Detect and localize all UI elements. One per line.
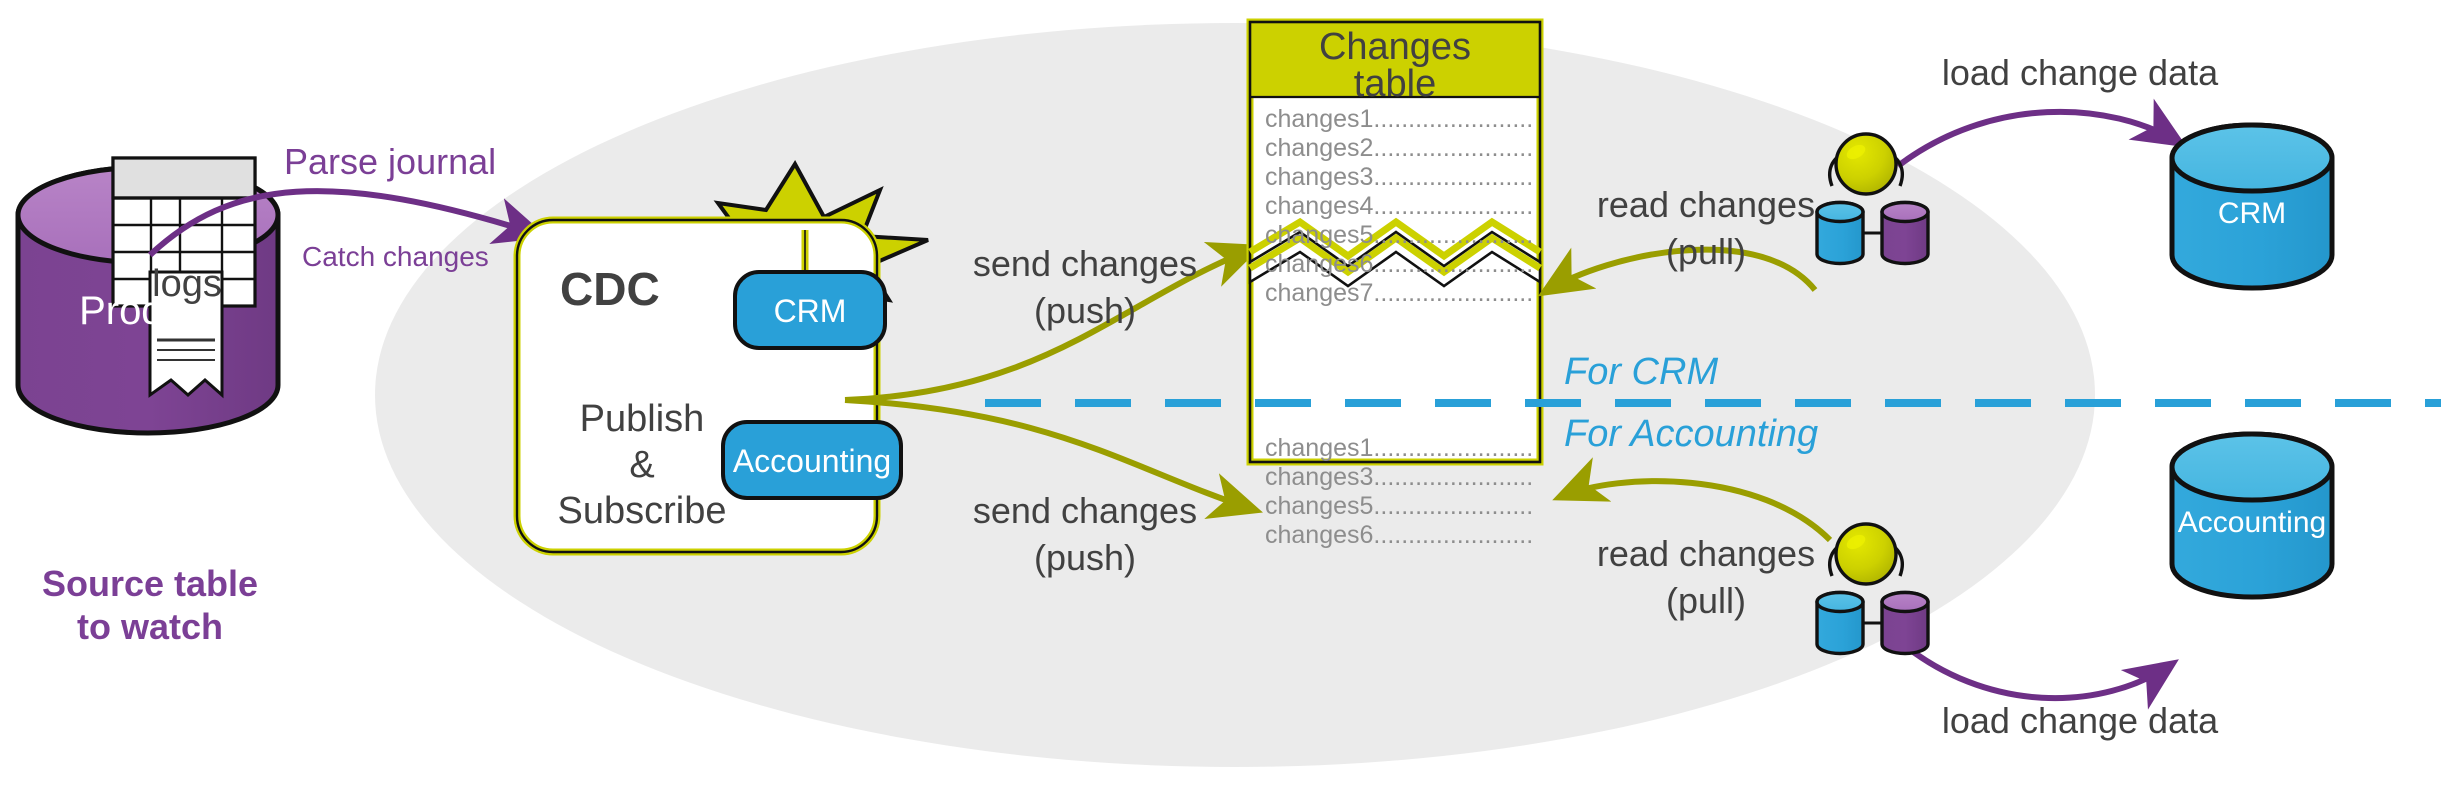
source-cylinder-label: Product [79,289,217,333]
source-caption-line2: to watch [76,606,223,647]
send-changes-top-label-line1: send changes [972,243,1198,284]
load-change-data-bottom-arrow [1896,637,2179,710]
load-change-data-bottom-label: load change data [1941,700,2219,741]
table-row: changes5....................... [1265,221,1534,249]
table-row: changes1....................... [1265,105,1534,133]
cdc-pill-label-accounting[interactable]: Accounting [723,443,901,481]
diagram-canvas: Product logs Source table to watch Parse… [0,0,2441,792]
read-changes-bottom-label-line1: read changes [1596,533,1816,574]
load-change-data-top-label: load change data [1941,52,2219,93]
cdc-pill-label-crm[interactable]: CRM [735,293,885,331]
target-cylinder-label-accounting: Accounting [2177,506,2327,539]
table-row: changes6....................... [1265,250,1534,278]
source-caption-line1: Source table [41,563,259,604]
changes-table-header-line2: table [1353,63,1437,105]
divider-label-for-crm: For CRM [1564,351,1719,393]
divider-label-for-accounting: For Accounting [1564,413,1819,455]
table-row: changes3....................... [1265,463,1534,491]
table-row: changes1....................... [1265,434,1534,462]
cdc-subtitle-line1: Publish [579,398,705,440]
cdc-title: CDC [560,263,660,315]
table-row: changes2....................... [1265,134,1534,162]
table-row: changes4....................... [1265,192,1534,220]
table-row: changes6....................... [1265,521,1534,549]
load-change-data-top-arrow [1896,98,2188,169]
read-changes-top-label-line2: (pull) [1665,231,1746,272]
send-changes-top-label-line2: (push) [1033,290,1137,331]
send-changes-bottom-label-line1: send changes [972,490,1198,531]
read-changes-top-label-line1: read changes [1596,184,1816,225]
catch-changes-label: Catch changes [302,241,489,272]
cdc-subtitle-line3: Subscribe [557,490,727,532]
table-row: changes5....................... [1265,492,1534,520]
table-row: changes3....................... [1265,163,1534,191]
table-row: changes7....................... [1265,279,1534,307]
send-changes-bottom-label-line2: (push) [1033,537,1137,578]
diagram-graphics [15,18,2441,767]
read-changes-bottom-label-line2: (pull) [1665,580,1746,621]
target-cylinder-label-crm: CRM [2217,197,2287,230]
parse-journal-label: Parse journal [284,141,497,182]
logs-document-label: logs [152,263,222,305]
